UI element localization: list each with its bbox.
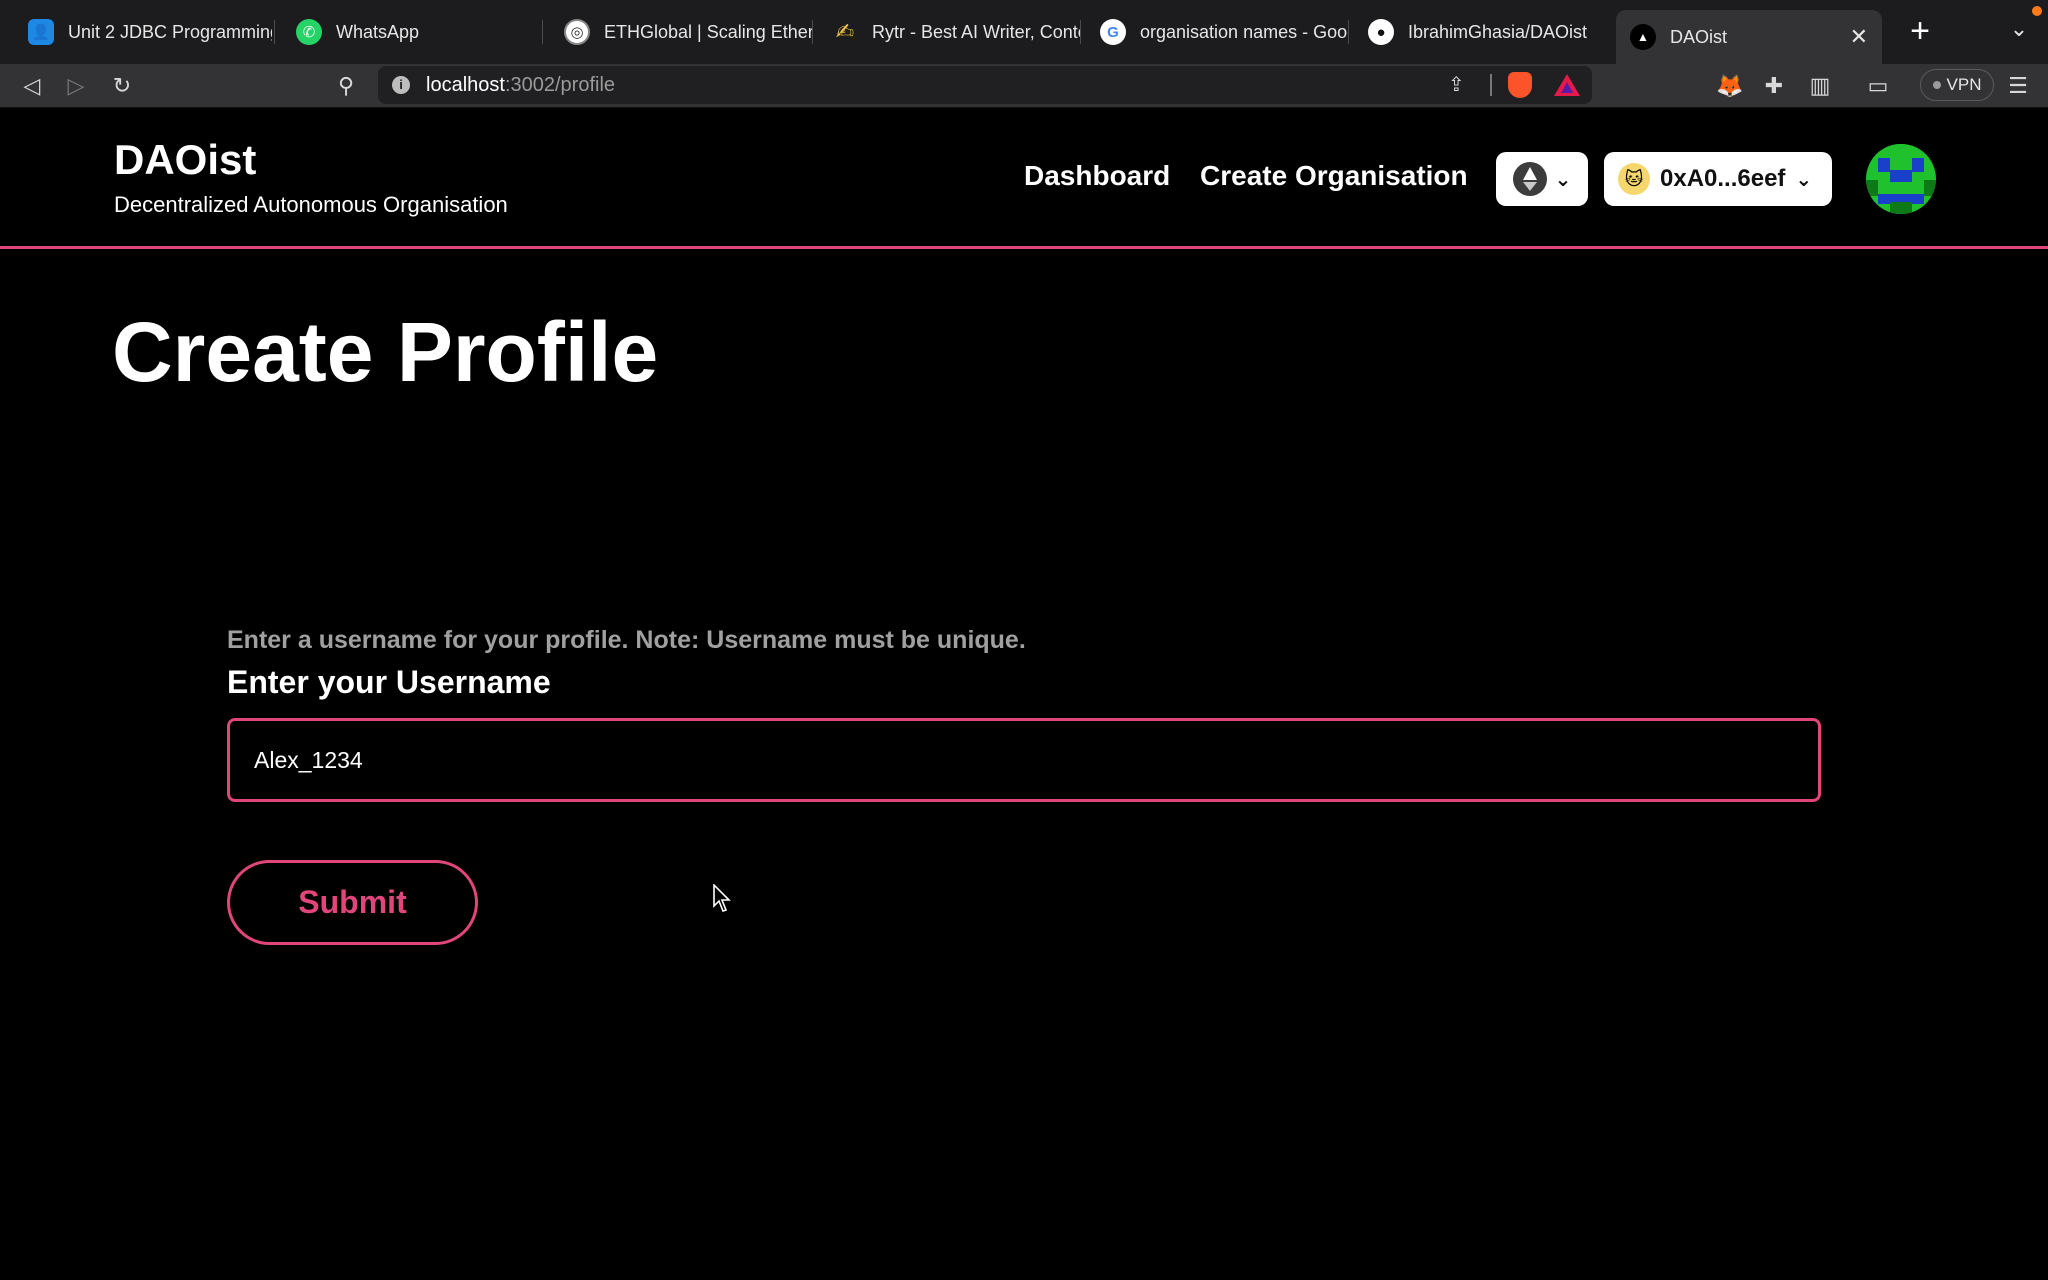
vpn-button[interactable]: VPN [1920, 69, 1994, 101]
nav-create-organisation-link[interactable]: Create Organisation [1200, 160, 1468, 192]
tab-title: WhatsApp [336, 21, 420, 42]
tab-separator [542, 20, 543, 44]
menu-icon[interactable]: ☰ [2000, 68, 2036, 104]
chevron-down-icon: ⌄ [1554, 168, 1572, 191]
network-selector-button[interactable]: ⌄ [1496, 152, 1588, 206]
bookmark-icon[interactable]: ⚲ [328, 68, 364, 104]
site-info-icon[interactable]: i [392, 76, 410, 94]
avatar-pixel [1924, 180, 1936, 196]
wallet-icon[interactable]: ▭ [1860, 68, 1896, 104]
reload-button[interactable]: ↻ [104, 68, 140, 104]
vpn-label: VPN [1946, 75, 1982, 94]
avatar-pixel [1866, 144, 1936, 158]
ethereum-icon [1512, 162, 1547, 196]
browser-tab-strip: 👤 Unit 2 JDBC Programming ✆ WhatsApp ◎ E… [0, 0, 2048, 64]
chevron-down-icon: ⌄ [1795, 168, 1813, 191]
header-divider [0, 246, 2048, 249]
url-text[interactable]: localhost:3002/profile [426, 74, 615, 97]
tab-title: organisation names - Goog [1140, 21, 1348, 42]
wallet-account-button[interactable]: 🐱 0xA0...6eef ⌄ [1604, 152, 1832, 206]
mouse-cursor-icon [713, 884, 731, 912]
submit-button[interactable]: Submit [227, 860, 478, 945]
notification-dot [2032, 6, 2042, 16]
share-icon[interactable]: ⇪ [1448, 72, 1465, 97]
rytr-icon: ✍ [835, 19, 855, 44]
close-tab-icon[interactable]: ✕ [1850, 24, 1868, 50]
brave-shields-icon[interactable] [1508, 72, 1532, 98]
wallet-address: 0xA0...6eef [1660, 165, 1786, 192]
new-tab-button[interactable]: + [1902, 14, 1938, 50]
extensions-icon[interactable]: ✚ [1756, 68, 1792, 104]
avatar-pixel [1912, 158, 1924, 172]
google-icon: G [1100, 19, 1126, 45]
url-path: :3002/profile [504, 74, 616, 96]
page-title: Create Profile [112, 305, 659, 399]
metamask-extension-icon[interactable]: 🦊 [1712, 68, 1748, 104]
page: DAOist Decentralized Autonomous Organisa… [0, 108, 2048, 1280]
tab-title: ETHGlobal | Scaling Ethere [604, 21, 812, 42]
tab-ethglobal[interactable]: ◎ ETHGlobal | Scaling Ethere [550, 12, 812, 52]
forward-button[interactable]: ▷ [58, 68, 94, 104]
avatar-pixel [1890, 170, 1912, 182]
brand-title[interactable]: DAOist [114, 136, 256, 184]
tab-rytr[interactable]: ✍ Rytr - Best AI Writer, Conte [818, 12, 1080, 52]
ethglobal-icon: ◎ [564, 19, 590, 45]
brave-rewards-icon[interactable] [1554, 74, 1580, 96]
account-avatar-icon: 🐱 [1618, 163, 1650, 195]
tab-whatsapp[interactable]: ✆ WhatsApp [282, 12, 542, 52]
avatar-pixel [1866, 180, 1878, 196]
tab-daoist[interactable]: ▲ DAOist ✕ [1616, 10, 1882, 64]
tab-separator [1348, 20, 1349, 44]
username-input[interactable] [227, 718, 1821, 802]
tab-title: Rytr - Best AI Writer, Conte [872, 21, 1080, 42]
tab-title: Unit 2 JDBC Programming [68, 21, 272, 42]
vpn-status-icon [1932, 81, 1941, 89]
address-bar[interactable]: i localhost:3002/profile ⇪ [378, 66, 1592, 104]
google-classroom-icon: 👤 [28, 19, 54, 45]
tab-github[interactable]: ● IbrahimGhasia/DAOist [1354, 12, 1610, 52]
nav-dashboard-link[interactable]: Dashboard [1024, 160, 1170, 192]
tab-title: DAOist [1670, 26, 1728, 47]
divider [1490, 74, 1492, 96]
tab-separator [274, 20, 275, 44]
tab-separator [1080, 20, 1081, 44]
tab-google-search[interactable]: G organisation names - Goog [1086, 12, 1348, 52]
tab-separator [812, 20, 813, 44]
tab-unit2-jdbc[interactable]: 👤 Unit 2 JDBC Programming [14, 12, 272, 52]
tab-search-chevron-icon[interactable]: ⌄ [2004, 16, 2034, 46]
tab-title: IbrahimGhasia/DAOist [1408, 21, 1588, 42]
profile-avatar[interactable] [1866, 144, 1936, 214]
whatsapp-icon: ✆ [296, 19, 322, 45]
url-host: localhost [426, 74, 505, 96]
back-button[interactable]: ◁ [14, 68, 50, 104]
browser-toolbar: ◁ ▷ ↻ ⚲ i localhost:3002/profile ⇪ 🦊 ✚ ▥… [0, 64, 2048, 108]
avatar-pixel [1890, 202, 1912, 214]
username-hint: Enter a username for your profile. Note:… [227, 626, 1026, 654]
sidebar-icon[interactable]: ▥ [1802, 68, 1838, 104]
vercel-icon: ▲ [1630, 24, 1656, 50]
username-label: Enter your Username [227, 664, 551, 700]
brand-tagline: Decentralized Autonomous Organisation [114, 192, 508, 217]
github-icon: ● [1368, 19, 1394, 45]
avatar-pixel [1878, 158, 1890, 172]
